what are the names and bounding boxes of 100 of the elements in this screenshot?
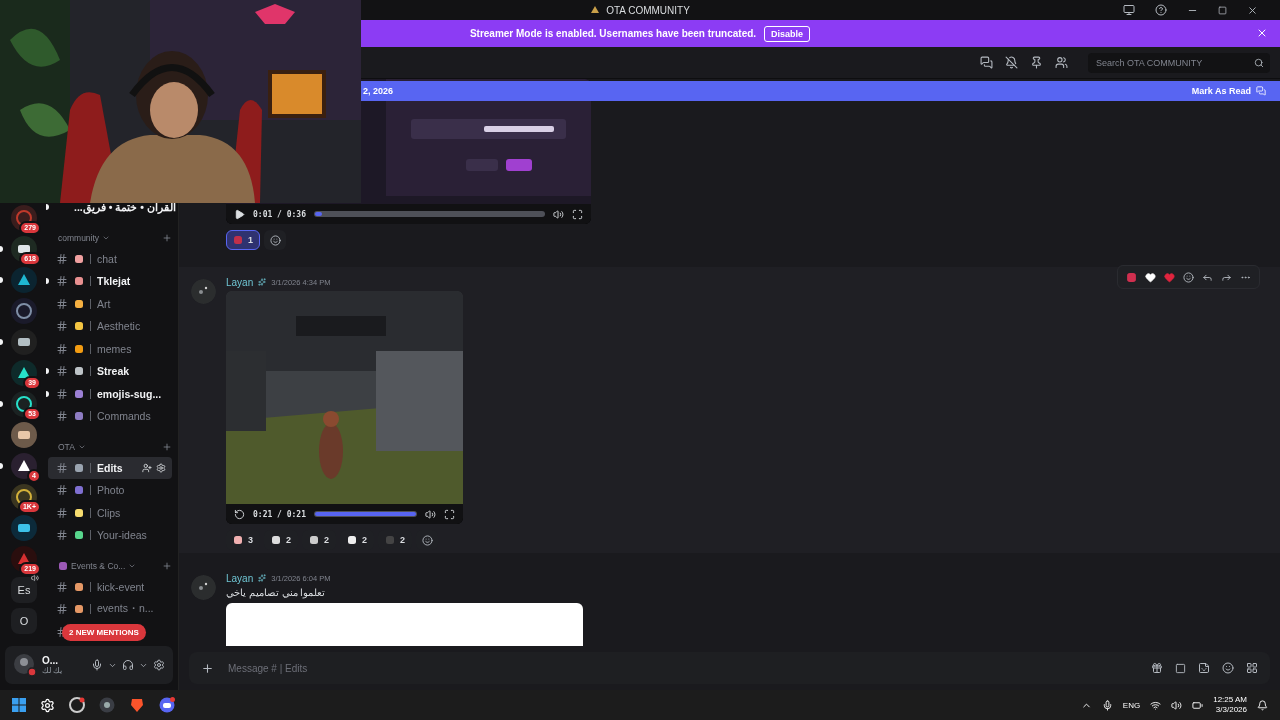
- add-reaction-icon[interactable]: [1183, 271, 1194, 283]
- disable-button[interactable]: Disable: [764, 25, 811, 42]
- selected-channel[interactable]: Edits: [48, 456, 172, 479]
- search-input[interactable]: Search OTA COMMUNITY: [1094, 56, 1254, 69]
- message-input[interactable]: Message # | Edits: [226, 661, 1139, 675]
- headphones-icon[interactable]: [122, 659, 134, 671]
- emoji-icon: [74, 507, 84, 518]
- channel-name[interactable]: Your-ideas: [97, 529, 147, 542]
- server-button[interactable]: O: [11, 608, 37, 634]
- volume-icon[interactable]: [1171, 699, 1183, 711]
- volume-icon[interactable]: [553, 208, 564, 220]
- emoji-icon: [271, 535, 281, 545]
- channel-name[interactable]: Art: [97, 297, 111, 310]
- user-avatar[interactable]: [191, 279, 216, 304]
- pin-icon[interactable]: [1030, 56, 1043, 69]
- language-indicator[interactable]: ENG: [1122, 700, 1141, 710]
- smile-icon: [269, 234, 281, 246]
- category-title[interactable]: Events & Co...: [71, 560, 126, 571]
- emoji-icon[interactable]: [1222, 662, 1234, 674]
- hash-icon: [56, 365, 68, 378]
- app-icon[interactable]: [99, 697, 115, 713]
- channel-name[interactable]: Photo: [97, 484, 125, 497]
- user-avatar[interactable]: [13, 653, 37, 677]
- gift-icon[interactable]: [1151, 662, 1163, 674]
- video-time: 0:21 / 0:21: [253, 509, 306, 519]
- windows-start-icon[interactable]: [12, 698, 26, 712]
- channel-name[interactable]: memes: [97, 342, 132, 355]
- category-title[interactable]: OTA: [58, 441, 75, 452]
- hash-icon: [56, 275, 68, 288]
- emoji-icon: [74, 581, 84, 592]
- app-icon[interactable]: [69, 697, 85, 713]
- hash-icon: [56, 252, 68, 265]
- server-icon[interactable]: [11, 267, 37, 293]
- channel-name[interactable]: events・n...: [97, 602, 154, 617]
- sticker-icon[interactable]: [1198, 662, 1210, 674]
- threads-icon[interactable]: [980, 56, 993, 69]
- reaction-button[interactable]: 1: [226, 230, 260, 250]
- category-title[interactable]: community: [58, 232, 100, 243]
- close-icon[interactable]: [1247, 4, 1258, 16]
- channel-name[interactable]: Aesthetic: [97, 320, 141, 333]
- settings-icon[interactable]: [153, 659, 165, 671]
- hash-icon: [56, 484, 68, 497]
- mic-icon[interactable]: [91, 659, 103, 671]
- channel-name[interactable]: Streak: [97, 365, 130, 378]
- search-field[interactable]: Search OTA COMMUNITY: [1088, 52, 1270, 73]
- help-icon[interactable]: [1155, 4, 1167, 16]
- user-status: يك لك: [42, 666, 63, 675]
- hash-icon: [56, 580, 68, 593]
- server-icon[interactable]: [11, 298, 37, 324]
- streamer-mode-notice: Streamer Mode is enabled. Usernames have been truncated.: [469, 28, 757, 39]
- plus-icon[interactable]: [201, 661, 214, 675]
- hash-icon: [56, 297, 68, 310]
- server-icon[interactable]: [11, 329, 37, 355]
- mark-as-read-button[interactable]: Mark As Read: [1191, 86, 1266, 96]
- server-icon[interactable]: [11, 453, 37, 479]
- bell-off-icon[interactable]: [1005, 56, 1018, 69]
- server-button[interactable]: Es: [11, 577, 37, 603]
- server-icon[interactable]: [11, 515, 37, 541]
- author-name[interactable]: Layan: [226, 572, 254, 584]
- play-icon[interactable]: [234, 208, 245, 220]
- channel-name[interactable]: Commands: [97, 410, 151, 423]
- channel-name[interactable]: Edits: [97, 461, 123, 474]
- volume-icon[interactable]: [425, 508, 436, 520]
- hash-icon: [56, 461, 68, 474]
- replay-icon[interactable]: [234, 508, 245, 520]
- new-mentions-pill[interactable]: 2 NEW MENTIONS: [62, 623, 146, 641]
- emoji-icon: [74, 388, 84, 399]
- add-reaction-button[interactable]: [264, 230, 286, 250]
- emoji-icon: [74, 343, 84, 354]
- wifi-icon[interactable]: [1150, 699, 1162, 711]
- add-member-icon[interactable]: [142, 462, 152, 473]
- user-avatar[interactable]: [191, 575, 216, 600]
- game-controller-icon[interactable]: [159, 697, 175, 713]
- emoji-icon: [74, 298, 84, 309]
- apps-icon[interactable]: [1246, 662, 1258, 674]
- channel-name[interactable]: Tklejat: [97, 275, 131, 288]
- close-icon[interactable]: [1256, 27, 1268, 39]
- clock-time[interactable]: 12:25 AM: [1213, 695, 1247, 705]
- battery-icon[interactable]: [1192, 699, 1204, 711]
- members-icon[interactable]: [1055, 56, 1068, 69]
- settings-icon[interactable]: [156, 462, 166, 473]
- maximize-icon[interactable]: [1218, 5, 1227, 15]
- channel-name[interactable]: chat: [97, 252, 117, 265]
- notification-icon[interactable]: [1257, 699, 1268, 711]
- mic-icon[interactable]: [1101, 699, 1113, 711]
- channel-name[interactable]: kick-event: [97, 580, 145, 593]
- hash-icon: [56, 603, 68, 616]
- server-icon[interactable]: [11, 422, 37, 448]
- search-icon: [1254, 57, 1264, 68]
- emoji-icon: [233, 535, 243, 545]
- channel-name[interactable]: emojis-sug...: [97, 387, 162, 400]
- fullscreen-icon[interactable]: [444, 508, 455, 520]
- message-composer[interactable]: Message # | Edits: [189, 652, 1270, 684]
- author-name[interactable]: Layan: [226, 276, 254, 288]
- screen-share-icon[interactable]: [1123, 4, 1135, 16]
- hash-icon: [56, 387, 68, 400]
- channel-name[interactable]: Clips: [97, 506, 121, 519]
- fullscreen-icon[interactable]: [572, 208, 583, 220]
- emoji-icon: [74, 321, 84, 332]
- clock-date[interactable]: 3/3/2026: [1215, 705, 1247, 715]
